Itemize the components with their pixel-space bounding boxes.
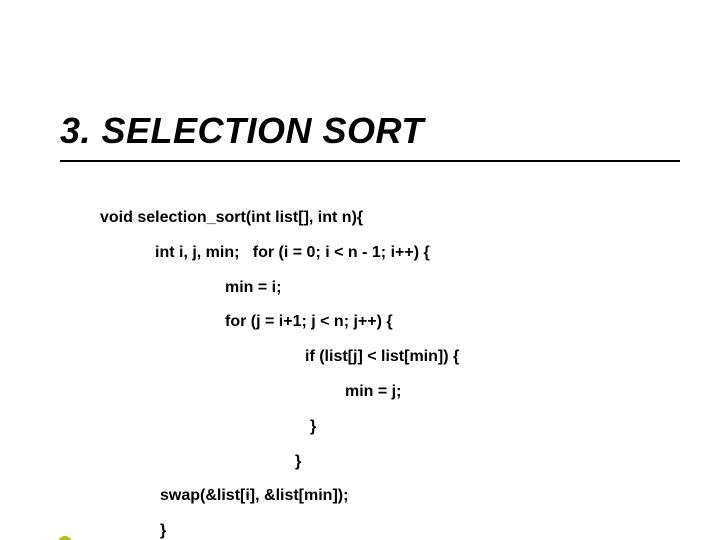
code-line: void selection_sort(int list[], int n){ xyxy=(100,208,660,229)
slide: 3. SELECTION SORT void selection_sort(in… xyxy=(0,0,720,540)
code-line: min = j; xyxy=(100,382,660,403)
bullet-icon xyxy=(58,536,72,540)
code-line: } xyxy=(100,521,660,540)
code-line: min = i; xyxy=(100,278,660,299)
code-block: void selection_sort(int list[], int n){ … xyxy=(100,208,660,540)
code-line: for (j = i+1; j < n; j++) { xyxy=(100,312,660,333)
code-line: } xyxy=(100,417,660,438)
title-underline xyxy=(60,160,680,162)
code-line: if (list[j] < list[min]) { xyxy=(100,347,660,368)
code-line: swap(&list[i], &list[min]); xyxy=(100,486,660,507)
slide-title: 3. SELECTION SORT xyxy=(60,110,424,152)
code-line: int i, j, min; for (i = 0; i < n - 1; i+… xyxy=(100,243,660,264)
code-line: } xyxy=(100,452,660,473)
